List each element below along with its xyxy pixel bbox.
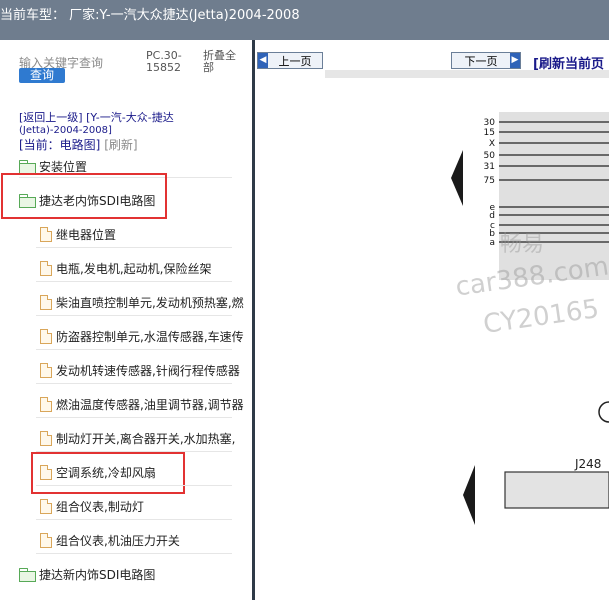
- tree-item-child[interactable]: 防盗器控制单元,水温传感器,车速传: [40, 324, 244, 348]
- bus-label: X: [489, 139, 495, 149]
- tree-item-label: 柴油直喷控制单元,发动机预热塞,燃: [56, 295, 244, 310]
- search-button[interactable]: 查询: [19, 68, 65, 83]
- page-icon: [40, 226, 52, 242]
- divider: [36, 281, 232, 282]
- tree-item-label: 燃油温度传感器,油里调节器,调节器: [56, 397, 244, 412]
- page-icon: [40, 430, 52, 446]
- wiring-diagram: 30 15 X 50 31 75 e d c b a J248: [325, 70, 609, 525]
- divider: [36, 417, 232, 418]
- tree-item-child[interactable]: 制动灯开关,离合器开关,水加热塞,: [40, 426, 235, 450]
- page-icon: [40, 396, 52, 412]
- divider: [36, 247, 232, 248]
- pc-info-line2: 15852: [146, 61, 181, 74]
- divider: [36, 553, 232, 554]
- prev-page-label: 上一页: [278, 54, 312, 68]
- folder-icon: [19, 568, 36, 582]
- tree-item-child[interactable]: 组合仪表,机油压力开关: [40, 528, 180, 552]
- page-icon: [40, 532, 52, 548]
- arrow-right-icon: ▶: [510, 53, 520, 68]
- divider: [36, 485, 232, 486]
- tree-item-child[interactable]: 发动机转速传感器,针阀行程传感器: [40, 358, 240, 382]
- next-page-button[interactable]: 下一页 ▶: [451, 52, 521, 69]
- breadcrumb: [返回上一级] [Y-一汽-大众-捷达 (Jetta)-2004-2008]: [19, 112, 249, 137]
- bus-label: 15: [484, 128, 495, 138]
- bus-label: 50: [484, 151, 496, 161]
- title-bar: 当前车型： 厂家:Y-一汽大众捷达(Jetta)2004-2008: [0, 0, 609, 40]
- bus-label: 75: [484, 176, 495, 186]
- tree-item-label: 电瓶,发电机,起动机,保险丝架: [56, 261, 212, 276]
- tree-item-child[interactable]: 电瓶,发电机,起动机,保险丝架: [40, 256, 211, 280]
- tree-item-child[interactable]: 柴油直喷控制单元,发动机预热塞,燃: [40, 290, 244, 314]
- diagram-viewer: ◀ 上一页 下一页 ▶ [刷新当前页 30 15 X 50 31 75 e d …: [255, 40, 609, 600]
- bus-label: d: [489, 211, 495, 221]
- tree-item-label: 发动机转速传感器,针阀行程传感器: [56, 363, 240, 378]
- sidebar: 输入关键字查询 查询 PC.30- 15852 折叠全 部 [返回上一级] [Y…: [0, 40, 252, 600]
- tree-item-label: 防盗器控制单元,水温传感器,车速传: [56, 329, 244, 344]
- tree-item-child[interactable]: 继电器位置: [40, 222, 116, 246]
- tree-item-child[interactable]: 组合仪表,制动灯: [40, 494, 144, 518]
- divider: [36, 383, 232, 384]
- page-icon: [40, 260, 52, 276]
- watermark-text: 畅易: [500, 232, 545, 257]
- control-unit-box: [504, 471, 609, 509]
- bus-labels: 30 15 X 50 31 75 e d c b a: [484, 118, 496, 248]
- bus-label: 31: [484, 162, 495, 172]
- page-icon: [40, 362, 52, 378]
- divider: [36, 315, 232, 316]
- diagram-header-remnant: [325, 70, 609, 78]
- highlight-box-old-interior: [1, 173, 167, 219]
- tree-item-new-interior[interactable]: 捷达新内饰SDI电路图: [19, 562, 155, 586]
- collapse-all-button[interactable]: 折叠全 部: [203, 50, 249, 74]
- folder-icon: [19, 160, 36, 174]
- title-text: 当前车型： 厂家:Y-一汽大众捷达(Jetta)2004-2008: [0, 8, 300, 23]
- model-link[interactable]: [Y-一汽-大众-捷达: [86, 111, 174, 124]
- bus-label: 30: [484, 118, 496, 128]
- back-link[interactable]: [返回上一级]: [19, 111, 83, 124]
- connector-circle: [598, 401, 609, 423]
- prev-page-button[interactable]: ◀ 上一页: [257, 52, 323, 69]
- highlight-box-ac-cooling-fan: [31, 452, 185, 494]
- tree-item-label: 捷达新内饰SDI电路图: [39, 567, 156, 582]
- refresh-link[interactable]: [刷新]: [104, 138, 137, 152]
- bus-label: a: [489, 238, 495, 248]
- page-icon: [40, 328, 52, 344]
- tree-item-label: 组合仪表,制动灯: [56, 499, 144, 514]
- arrow-marker-lower: [463, 465, 475, 525]
- divider: [36, 349, 232, 350]
- divider: [36, 519, 232, 520]
- arrow-left-icon: ◀: [258, 53, 268, 68]
- next-page-label: 下一页: [464, 54, 498, 68]
- model-link-sub[interactable]: (Jetta)-2004-2008]: [19, 125, 112, 136]
- pc-info: PC.30- 15852: [146, 50, 194, 74]
- component-label: J248: [574, 457, 601, 471]
- page-icon: [40, 498, 52, 514]
- page-icon: [40, 294, 52, 310]
- tree-item-label: 安装位置: [39, 159, 88, 174]
- arrow-marker-upper: [451, 150, 463, 206]
- tree-item-label: 组合仪表,机油压力开关: [56, 533, 180, 548]
- tree-item-label: 继电器位置: [56, 227, 117, 242]
- current-label[interactable]: [当前：电路图]: [19, 138, 100, 152]
- current-location: [当前：电路图] [刷新]: [19, 136, 138, 153]
- tree-item-label: 制动灯开关,离合器开关,水加热塞,: [56, 431, 236, 446]
- tree-item-child[interactable]: 燃油温度传感器,油里调节器,调节器: [40, 392, 244, 416]
- collapse-line2: 部: [203, 61, 214, 74]
